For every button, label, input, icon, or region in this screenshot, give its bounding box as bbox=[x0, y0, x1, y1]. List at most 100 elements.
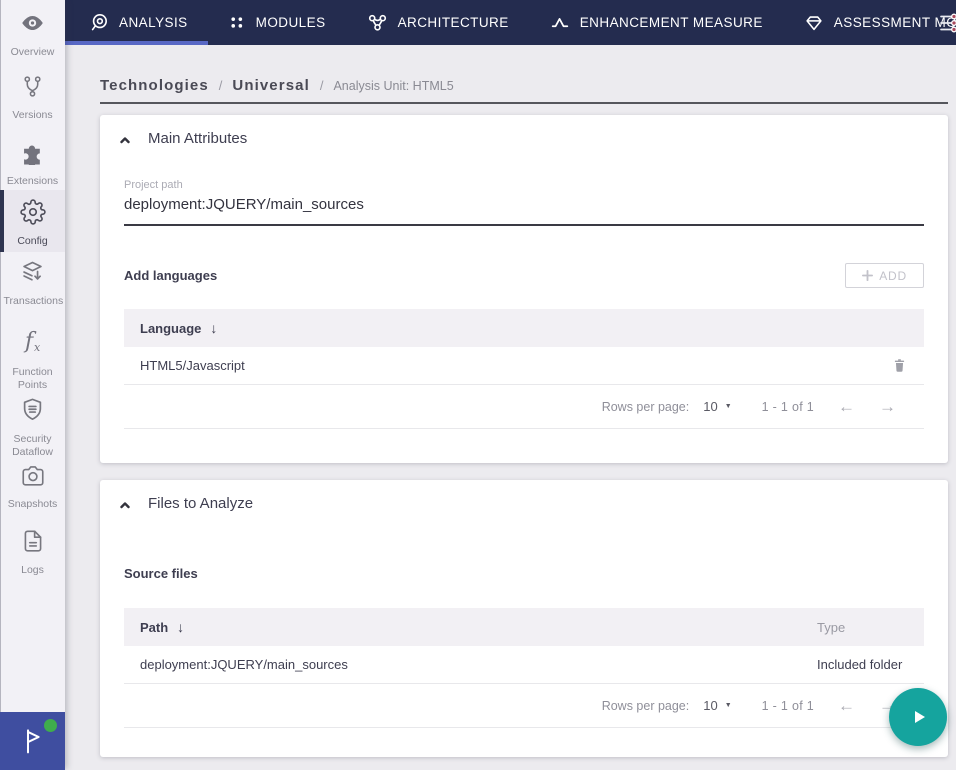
branch-icon bbox=[20, 74, 45, 104]
files-to-analyze-card: Files to Analyze Source files Path ↓ Typ… bbox=[100, 480, 948, 757]
previous-page-icon[interactable]: ← bbox=[838, 696, 855, 716]
tab-analysis[interactable]: ANALYSIS bbox=[65, 0, 208, 45]
source-files-pagination: Rows per page: 10 ▼ 1 - 1 of 1 ← → bbox=[124, 684, 924, 728]
breadcrumb-analysis-unit: Analysis Unit: HTML5 bbox=[333, 79, 454, 93]
modules-dots-icon bbox=[228, 13, 247, 32]
fx-icon: f x bbox=[18, 326, 48, 361]
page-range: 1 - 1 of 1 bbox=[761, 698, 814, 713]
sidebar-item-snapshots[interactable]: Snapshots bbox=[0, 462, 65, 511]
previous-page-icon[interactable]: ← bbox=[838, 397, 855, 417]
sidebar-item-label: Extensions bbox=[6, 174, 59, 187]
add-language-button[interactable]: ADD bbox=[845, 263, 924, 288]
collapse-main-attributes-button[interactable] bbox=[118, 131, 132, 147]
breadcrumb-technologies[interactable]: Technologies bbox=[100, 77, 209, 94]
delete-language-button[interactable] bbox=[891, 357, 908, 374]
sidebar-item-label: Versions bbox=[12, 108, 53, 121]
page-range: 1 - 1 of 1 bbox=[761, 399, 814, 414]
add-button-label: ADD bbox=[879, 268, 907, 283]
layers-down-icon bbox=[19, 258, 46, 290]
sidebar-item-logs[interactable]: Logs bbox=[0, 528, 65, 577]
top-navbar: ANALYSIS MODULES ARCHITECTURE ENHANCEMEN… bbox=[65, 0, 956, 45]
sidebar-item-function-points[interactable]: f x Function Points bbox=[0, 326, 65, 393]
project-path-label: Project path bbox=[124, 179, 183, 191]
sidebar-item-label: Overview bbox=[10, 45, 55, 58]
run-analysis-button[interactable] bbox=[889, 688, 947, 746]
chevron-up-icon bbox=[120, 136, 130, 143]
sidebar-item-config[interactable]: Config bbox=[0, 190, 65, 252]
trash-icon bbox=[894, 359, 905, 372]
sidebar-item-label: Logs bbox=[21, 563, 44, 576]
architecture-nodes-icon bbox=[366, 11, 389, 34]
sidebar-item-label: Transactions bbox=[3, 294, 64, 307]
shield-icon bbox=[19, 396, 46, 428]
breadcrumb: Technologies / Universal / Analysis Unit… bbox=[100, 77, 454, 94]
table-row: deployment:JQUERY/main_sources Included … bbox=[124, 646, 924, 684]
sidebar: Overview Versions Extensions Config Tran… bbox=[0, 0, 65, 770]
files-to-analyze-title: Files to Analyze bbox=[148, 495, 254, 512]
sidebar-item-label: Security Dataflow bbox=[12, 432, 53, 459]
languages-pagination: Rows per page: 10 ▼ 1 - 1 of 1 ← → bbox=[124, 385, 924, 429]
add-languages-label: Add languages bbox=[124, 268, 218, 283]
assessment-diamond-icon bbox=[803, 12, 825, 34]
sliders-icon[interactable] bbox=[939, 11, 956, 40]
language-cell: HTML5/Javascript bbox=[140, 358, 245, 373]
collapse-files-to-analyze-button[interactable] bbox=[118, 496, 132, 512]
sidebar-item-extensions[interactable]: Extensions bbox=[0, 138, 65, 188]
tab-assessment-model-label: ASSESSMENT MODEL bbox=[833, 15, 956, 30]
caret-down-icon: ▼ bbox=[724, 403, 732, 410]
tab-architecture-label: ARCHITECTURE bbox=[397, 15, 509, 30]
rows-per-page-value: 10 bbox=[703, 698, 718, 713]
gear-icon bbox=[19, 199, 46, 230]
breadcrumb-separator: / bbox=[218, 78, 223, 93]
rows-per-page-select[interactable]: 10 ▼ bbox=[703, 399, 731, 414]
breadcrumb-separator: / bbox=[319, 78, 324, 93]
chevron-up-icon bbox=[120, 501, 130, 508]
languages-table-header: Language ↓ bbox=[124, 309, 924, 347]
sidebar-item-versions[interactable]: Versions bbox=[0, 74, 65, 122]
content-area: Technologies / Universal / Analysis Unit… bbox=[65, 45, 956, 770]
sidebar-item-label: Snapshots bbox=[7, 497, 58, 510]
tab-enhancement-measure-label: ENHANCEMENT MEASURE bbox=[579, 15, 763, 30]
enhancement-curve-icon bbox=[549, 12, 571, 34]
breadcrumb-divider bbox=[100, 102, 948, 104]
sort-descending-icon[interactable]: ↓ bbox=[177, 619, 184, 635]
svg-text:x: x bbox=[34, 341, 41, 354]
play-icon bbox=[915, 711, 925, 723]
flag-icon bbox=[27, 729, 40, 754]
project-path-value[interactable]: deployment:JQUERY/main_sources bbox=[124, 196, 364, 213]
language-column-header: Language bbox=[140, 320, 202, 336]
rows-per-page-label: Rows per page: bbox=[601, 698, 690, 713]
puzzle-icon bbox=[19, 138, 46, 170]
main-attributes-card: Main Attributes Project path deployment:… bbox=[100, 115, 948, 463]
languages-table: Language ↓ HTML5/Javascript Rows per pag… bbox=[124, 309, 924, 429]
tab-analysis-label: ANALYSIS bbox=[119, 15, 188, 30]
main-attributes-title: Main Attributes bbox=[148, 130, 248, 147]
rows-per-page-label: Rows per page: bbox=[601, 399, 690, 414]
analysis-magnifier-icon bbox=[89, 12, 110, 33]
tab-assessment-model[interactable]: ASSESSMENT MODEL bbox=[783, 0, 956, 45]
camera-icon bbox=[20, 462, 46, 493]
sidebar-item-label: Config bbox=[17, 234, 48, 247]
project-button[interactable] bbox=[0, 712, 65, 770]
tab-modules[interactable]: MODULES bbox=[208, 0, 346, 45]
type-cell: Included folder bbox=[817, 657, 903, 672]
sidebar-item-security-dataflow[interactable]: Security Dataflow bbox=[0, 396, 65, 460]
sidebar-item-overview[interactable]: Overview bbox=[0, 10, 65, 59]
sort-descending-icon[interactable]: ↓ bbox=[210, 320, 217, 336]
breadcrumb-universal[interactable]: Universal bbox=[232, 77, 309, 94]
eye-icon bbox=[19, 10, 46, 41]
plus-icon bbox=[862, 270, 874, 281]
next-page-icon[interactable]: → bbox=[879, 397, 896, 417]
tab-enhancement-measure[interactable]: ENHANCEMENT MEASURE bbox=[529, 0, 783, 45]
project-path-underline bbox=[124, 224, 924, 226]
rows-per-page-select[interactable]: 10 ▼ bbox=[703, 698, 731, 713]
table-row: HTML5/Javascript bbox=[124, 347, 924, 385]
tab-architecture[interactable]: ARCHITECTURE bbox=[346, 0, 529, 45]
source-files-table-header: Path ↓ Type bbox=[124, 608, 924, 646]
path-cell: deployment:JQUERY/main_sources bbox=[140, 657, 348, 672]
type-column-header: Type bbox=[817, 619, 846, 635]
sidebar-item-label: Function Points bbox=[12, 365, 53, 392]
caret-down-icon: ▼ bbox=[724, 702, 732, 709]
sidebar-item-transactions[interactable]: Transactions bbox=[0, 258, 65, 308]
rows-per-page-value: 10 bbox=[703, 399, 718, 414]
